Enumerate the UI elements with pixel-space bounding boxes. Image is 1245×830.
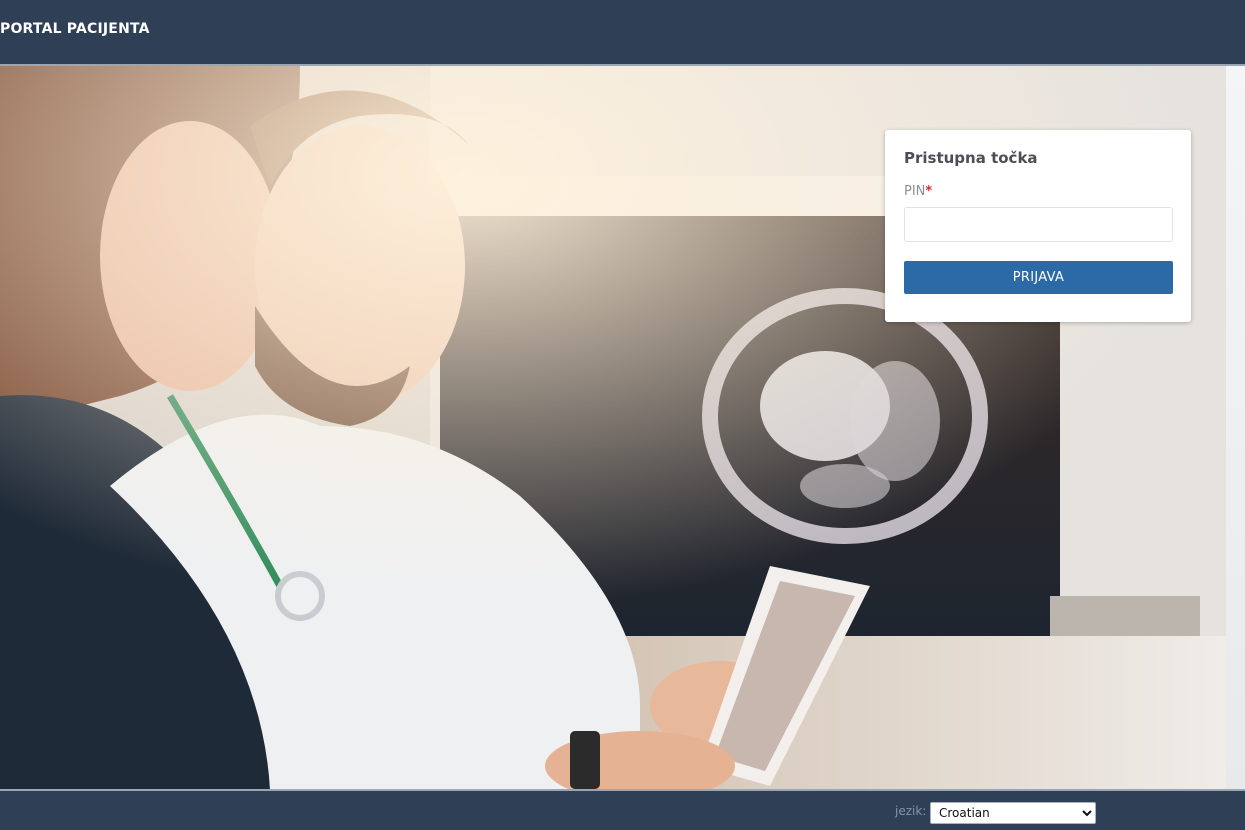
pin-input[interactable] xyxy=(904,207,1173,242)
language-label: jezik: xyxy=(895,804,927,818)
footer-bar: jezik: Croatian xyxy=(0,789,1245,830)
login-panel: Pristupna točka PIN* PRIJAVA xyxy=(885,130,1191,322)
login-title: Pristupna točka xyxy=(904,149,1038,167)
page-edge xyxy=(1226,66,1245,789)
header-bar: PORTAL PACIJENTA xyxy=(0,0,1245,66)
language-select[interactable]: Croatian xyxy=(930,802,1096,824)
required-marker: * xyxy=(925,184,933,199)
pin-label-text: PIN xyxy=(904,184,926,199)
pin-label: PIN* xyxy=(904,184,932,199)
login-button[interactable]: PRIJAVA xyxy=(904,261,1173,294)
app-title: PORTAL PACIJENTA xyxy=(0,21,150,37)
